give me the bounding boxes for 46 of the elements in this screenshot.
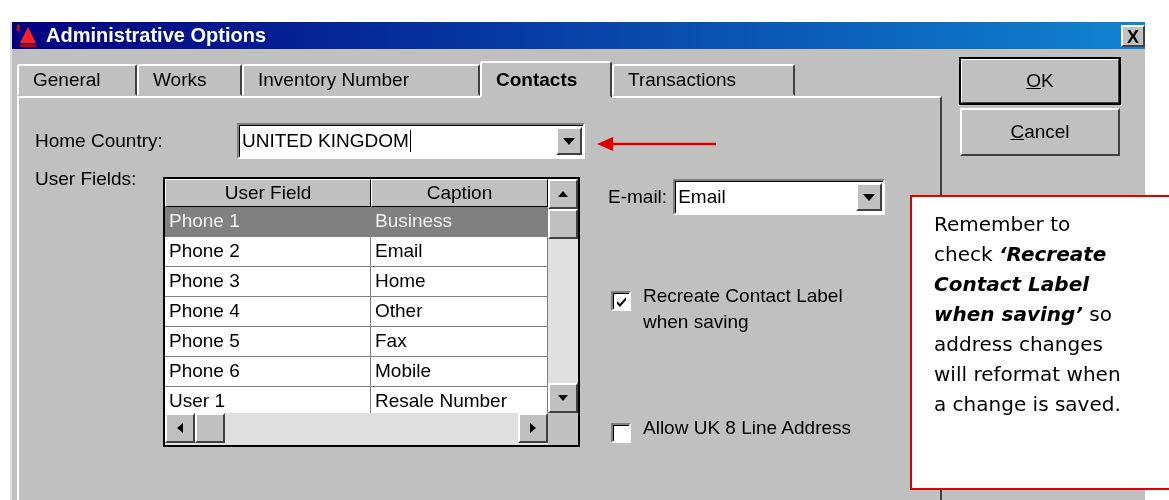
tab[interactable]: Contacts	[480, 61, 612, 98]
checkbox[interactable]	[611, 291, 631, 311]
scroll-right-button[interactable]	[518, 413, 548, 443]
window-title: Administrative Options	[46, 24, 268, 47]
field-value: Email	[678, 186, 726, 208]
column-header[interactable]: Caption	[371, 179, 548, 207]
caret-icon	[563, 137, 575, 145]
scroll-up-button[interactable]	[548, 179, 578, 209]
country-dropdown[interactable]: UNITED KINGDOM	[237, 123, 585, 159]
table-cell[interactable]: Phone 3	[165, 267, 371, 296]
left-arrow-icon	[177, 423, 183, 433]
scroll-down-button[interactable]	[548, 383, 578, 413]
field-label: E-mail:	[608, 186, 668, 208]
checkbox[interactable]	[611, 423, 631, 443]
tab[interactable]: Transactions	[612, 64, 795, 96]
table-cell[interactable]: Phone 6	[165, 357, 371, 386]
tab[interactable]: Works	[137, 64, 242, 96]
email-dropdown[interactable]: Email	[673, 179, 886, 215]
dropdown-button[interactable]	[856, 183, 883, 211]
up-arrow-icon	[558, 191, 568, 197]
field-value: UNITED KINGDOM	[242, 130, 409, 152]
field-label: User Fields:	[35, 169, 138, 191]
horizontal-scrollbar[interactable]	[165, 413, 548, 445]
caret-icon	[863, 193, 876, 201]
table-cell[interactable]: Phone 4	[165, 297, 371, 326]
column-header[interactable]: User Field	[165, 179, 371, 207]
checkbox-label: Allow UK 8 Line Address	[643, 416, 853, 440]
scroll-thumb[interactable]	[548, 209, 578, 239]
down-arrow-icon	[558, 395, 568, 401]
scroll-left-button[interactable]	[165, 413, 195, 443]
tab[interactable]: General	[17, 64, 137, 96]
callout-text: Remember to check ‘Recreate Contact Label when saving’ so address changes will reformat when a change is saved.	[934, 211, 1122, 418]
vertical-scrollbar[interactable]	[548, 179, 578, 413]
dropdown-button[interactable]	[556, 127, 582, 155]
close-button[interactable]: X	[1121, 24, 1145, 47]
field-label: Home Country:	[35, 130, 164, 152]
table-cell[interactable]: Phone 5	[165, 327, 371, 356]
table-cell[interactable]: Phone 2	[165, 237, 371, 266]
right-arrow-icon	[530, 423, 536, 433]
tab[interactable]: Inventory Number	[242, 64, 480, 96]
scroll-thumb[interactable]	[195, 413, 225, 443]
text-cursor	[409, 130, 411, 152]
table-cell[interactable]: Phone 1	[165, 207, 371, 236]
checkbox-label: Recreate Contact Label when saving	[643, 284, 844, 334]
dialog-button[interactable]: Cancel	[960, 108, 1120, 156]
dialog-button[interactable]: OK	[960, 58, 1120, 104]
